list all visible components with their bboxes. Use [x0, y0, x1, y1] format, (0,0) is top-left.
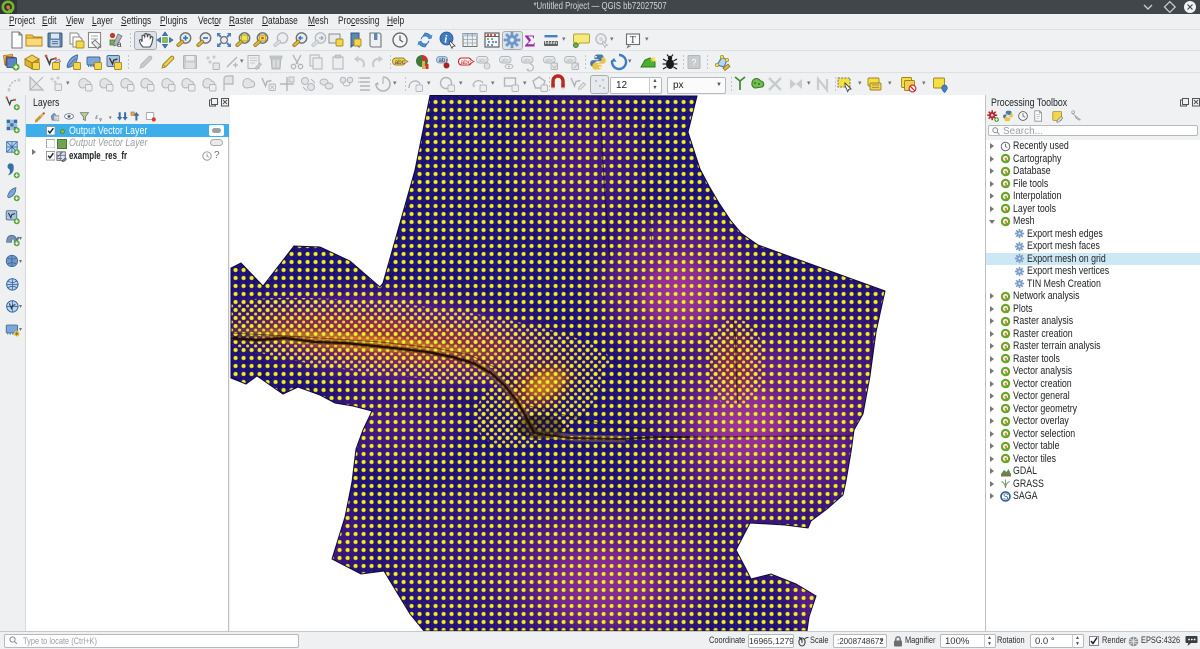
- svg-text:abc: abc: [395, 59, 406, 66]
- svg-text:a: a: [117, 40, 122, 49]
- svg-text:Σ: Σ: [525, 32, 536, 51]
- svg-text:?: ?: [692, 58, 697, 68]
- svg-text:T: T: [630, 35, 636, 46]
- svg-text:φ: φ: [99, 116, 102, 121]
- svg-text:abc: abc: [501, 58, 510, 64]
- svg-text:abc: abc: [523, 58, 532, 64]
- svg-text:abc: abc: [461, 59, 472, 66]
- svg-text:ε: ε: [95, 112, 98, 121]
- svg-text:S: S: [1003, 492, 1008, 501]
